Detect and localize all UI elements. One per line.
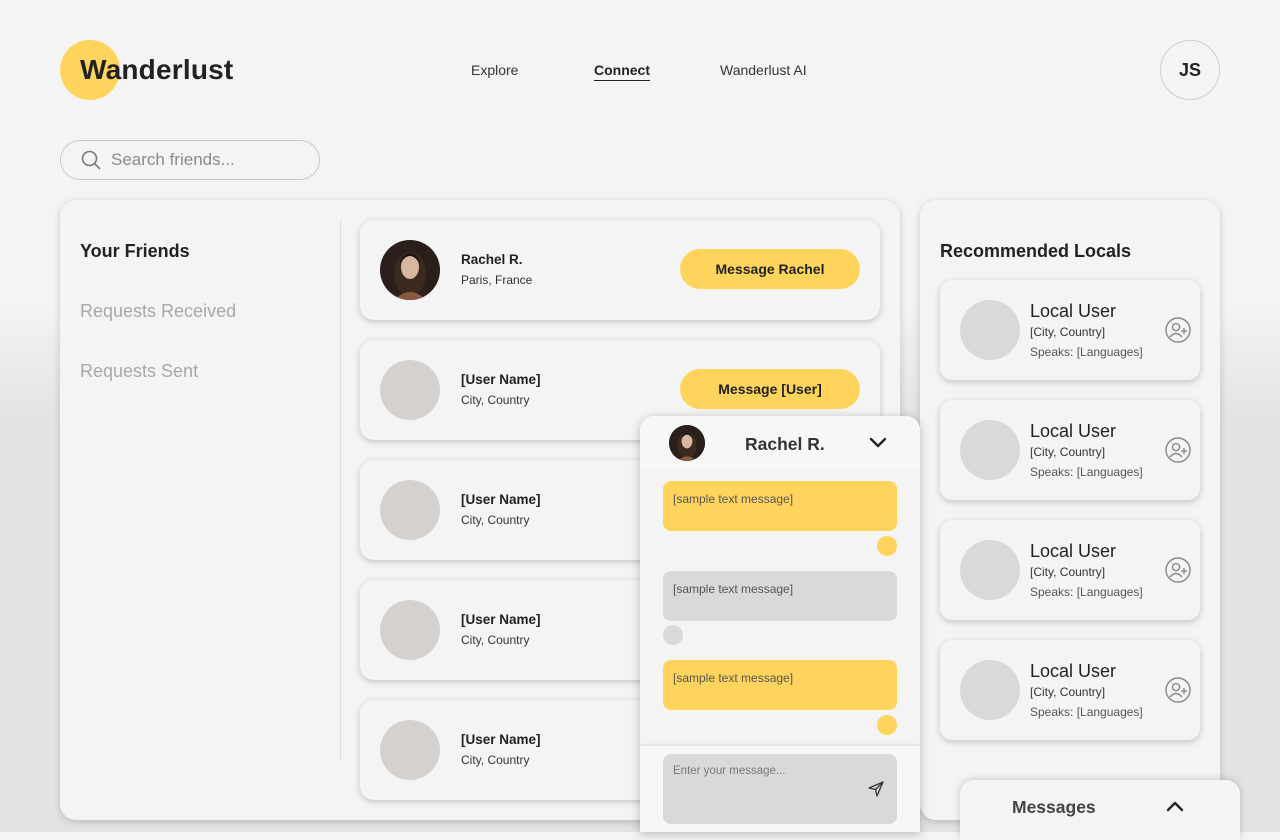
friend-avatar [380, 480, 440, 540]
search-input[interactable] [111, 150, 301, 170]
chat-window: Rachel R. [sample text message] [sample … [640, 416, 920, 832]
messages-bar-label: Messages [1012, 797, 1096, 817]
add-user-icon[interactable] [1165, 677, 1191, 703]
friend-location: City, Country [461, 633, 530, 647]
chat-contact-name: Rachel R. [745, 434, 825, 454]
local-avatar [960, 540, 1020, 600]
local-city: [City, Country] [1030, 685, 1106, 699]
friend-avatar [380, 720, 440, 780]
friend-name: [User Name] [461, 732, 541, 747]
messages-bar[interactable]: Messages [960, 780, 1240, 840]
recommended-title: Recommended Locals [940, 241, 1132, 261]
friend-location: City, Country [461, 753, 530, 767]
friend-avatar [380, 240, 440, 300]
user-avatar[interactable]: JS [1160, 40, 1220, 100]
nav-wanderlust-ai[interactable]: Wanderlust AI [720, 61, 807, 79]
friend-card[interactable]: Rachel R. Paris, France Message Rachel [360, 220, 880, 320]
local-card[interactable]: Local User [City, Country] Speaks: [Lang… [940, 520, 1200, 620]
chevron-down-icon[interactable] [868, 434, 888, 452]
sidebar-item-your-friends[interactable]: Your Friends [80, 240, 190, 262]
logo-text[interactable]: Wanderlust [80, 52, 233, 88]
message-bubble-sent: [sample text message] [663, 481, 897, 531]
friend-location: City, Country [461, 393, 530, 407]
friend-name: Rachel R. [461, 252, 523, 267]
friend-location: Paris, France [461, 273, 533, 287]
search-bar[interactable] [60, 140, 320, 180]
local-languages: Speaks: [Languages] [1030, 465, 1143, 479]
chat-message-input[interactable] [663, 754, 863, 814]
add-user-icon[interactable] [1165, 557, 1191, 583]
chat-header[interactable]: Rachel R. [640, 416, 920, 470]
local-card[interactable]: Local User [City, Country] Speaks: [Lang… [940, 640, 1200, 740]
search-icon [81, 150, 101, 170]
local-name: Local User [1030, 541, 1117, 561]
message-friend-button[interactable]: Message Rachel [680, 249, 860, 289]
sidebar-item-requests-sent[interactable]: Requests Sent [80, 360, 198, 382]
message-friend-button[interactable]: Message [User] [680, 369, 860, 409]
local-languages: Speaks: [Languages] [1030, 705, 1143, 719]
friend-name: [User Name] [461, 492, 541, 507]
sender-avatar-dot [877, 715, 897, 735]
friend-location: City, Country [461, 513, 530, 527]
send-icon[interactable] [867, 780, 885, 798]
sidebar-item-requests-received[interactable]: Requests Received [80, 300, 236, 322]
chat-compose-area [640, 746, 920, 832]
local-name: Local User [1030, 421, 1117, 441]
message-bubble-sent: [sample text message] [663, 660, 897, 710]
panel-divider [340, 220, 341, 760]
local-avatar [960, 660, 1020, 720]
add-user-icon[interactable] [1165, 317, 1191, 343]
friend-name: [User Name] [461, 372, 541, 387]
friend-name: [User Name] [461, 612, 541, 627]
local-city: [City, Country] [1030, 565, 1106, 579]
chat-input-box[interactable] [663, 754, 897, 824]
local-languages: Speaks: [Languages] [1030, 345, 1143, 359]
add-user-icon[interactable] [1165, 437, 1191, 463]
friend-avatar [380, 600, 440, 660]
local-city: [City, Country] [1030, 445, 1106, 459]
local-avatar [960, 300, 1020, 360]
chevron-up-icon[interactable] [1165, 797, 1185, 815]
local-card[interactable]: Local User [City, Country] Speaks: [Lang… [940, 280, 1200, 380]
local-name: Local User [1030, 301, 1117, 321]
chat-avatar [669, 425, 705, 461]
local-city: [City, Country] [1030, 325, 1106, 339]
local-languages: Speaks: [Languages] [1030, 585, 1143, 599]
nav-connect[interactable]: Connect [594, 61, 650, 81]
local-avatar [960, 420, 1020, 480]
nav-explore[interactable]: Explore [471, 61, 518, 79]
local-name: Local User [1030, 661, 1117, 681]
sender-avatar-dot [877, 536, 897, 556]
message-bubble-received: [sample text message] [663, 571, 897, 621]
local-card[interactable]: Local User [City, Country] Speaks: [Lang… [940, 400, 1200, 500]
friend-avatar [380, 360, 440, 420]
receiver-avatar-dot [663, 625, 683, 645]
